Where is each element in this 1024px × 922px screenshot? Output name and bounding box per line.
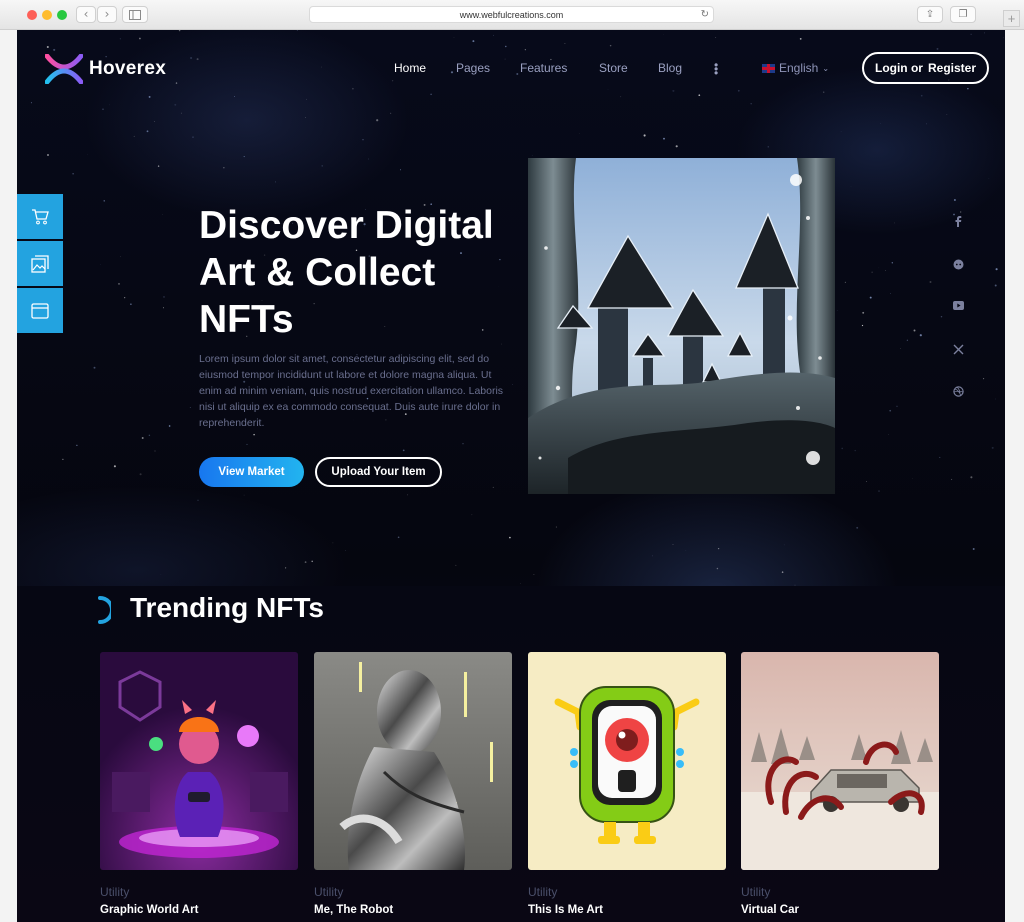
nav-item-features[interactable]: Features [520, 61, 567, 75]
register-link[interactable]: Register [928, 61, 976, 75]
sidebar-gallery-button[interactable] [17, 241, 63, 286]
login-link[interactable]: Login or [875, 61, 923, 75]
nft-card[interactable]: Utility This Is Me Art [528, 652, 726, 916]
chevron-left-icon: ‹ [83, 7, 89, 21]
hero-artwork [528, 158, 835, 494]
nav-item-pages[interactable]: Pages [456, 61, 490, 75]
nft-card[interactable]: Utility Virtual Car [741, 652, 939, 916]
sidebar-window-button[interactable] [17, 288, 63, 333]
close-window-button[interactable] [27, 10, 37, 20]
nft-card[interactable]: Utility Graphic World Art [100, 652, 298, 916]
social-links [952, 216, 964, 429]
dribbble-icon[interactable] [952, 386, 964, 429]
nft-card-category: Utility [100, 885, 130, 899]
youtube-icon[interactable] [952, 301, 964, 344]
nav-item-home[interactable]: Home [394, 61, 426, 75]
new-tab-button[interactable]: + [1003, 10, 1020, 27]
nav-item-store[interactable]: Store [599, 61, 628, 75]
forward-button[interactable]: › [97, 6, 117, 23]
browser-window-icon [31, 302, 49, 319]
back-button[interactable]: ‹ [76, 6, 96, 23]
nft-card-image[interactable] [741, 652, 939, 870]
language-label: English [779, 61, 819, 75]
sidebar-cart-button[interactable] [17, 194, 63, 239]
share-icon: ⇪ [925, 9, 935, 20]
nft-card-category: Utility [314, 885, 344, 899]
logo[interactable]: Hoverex [45, 54, 166, 84]
x-twitter-icon[interactable] [952, 344, 964, 387]
image-gallery-icon [31, 254, 49, 273]
nft-card-title[interactable]: This Is Me Art [528, 904, 726, 916]
minimize-window-button[interactable] [42, 10, 52, 20]
logo-icon [45, 54, 83, 84]
tabs-icon: ❐ [958, 9, 968, 20]
reload-icon[interactable]: ↻ [701, 7, 709, 23]
nft-card[interactable]: Utility Me, The Robot [314, 652, 512, 916]
page-viewport: Hoverex Home Pages Features Store Blog •… [17, 30, 1005, 922]
hero-title: Discover Digital Art & Collect NFTs [199, 204, 494, 341]
url-text: www.webfulcreations.com [459, 10, 564, 20]
facebook-icon[interactable] [952, 216, 964, 259]
zoom-window-button[interactable] [57, 10, 67, 20]
login-register-button[interactable]: Login or Register [862, 52, 989, 84]
browser-toolbar: ‹ › www.webfulcreations.com ↻ ⇪ ❐ + [0, 0, 1024, 30]
nft-card-title[interactable]: Graphic World Art [100, 904, 298, 916]
share-button[interactable]: ⇪ [917, 6, 943, 23]
nft-card-title[interactable]: Virtual Car [741, 904, 939, 916]
chevron-right-icon: › [104, 7, 110, 21]
chevron-down-icon: ⌄ [822, 63, 830, 73]
trending-title: Trending NFTs [130, 592, 324, 623]
nft-card-image[interactable] [314, 652, 512, 870]
address-bar[interactable]: www.webfulcreations.com ↻ [309, 6, 714, 23]
more-menu-icon[interactable]: • • • [714, 59, 718, 79]
tabs-button[interactable]: ❐ [950, 6, 976, 23]
view-market-button[interactable]: View Market [199, 457, 304, 487]
sidebar-icon [129, 10, 141, 20]
hero-description: Lorem ipsum dolor sit amet, consectetur … [199, 353, 504, 429]
sidebar-toggle-button[interactable] [122, 6, 148, 23]
section-accent-icon [98, 596, 111, 624]
nft-card-category: Utility [528, 885, 558, 899]
nft-card-title[interactable]: Me, The Robot [314, 904, 512, 916]
floating-sidebar [17, 194, 63, 335]
nav-item-blog[interactable]: Blog [658, 61, 682, 75]
nft-card-category: Utility [741, 885, 771, 899]
browser-window: ‹ › www.webfulcreations.com ↻ ⇪ ❐ + Hove… [0, 0, 1024, 922]
cart-icon [32, 208, 49, 224]
nft-card-image[interactable] [100, 652, 298, 870]
upload-item-button[interactable]: Upload Your Item [315, 457, 442, 487]
language-selector[interactable]: English ⌄ [762, 61, 829, 75]
reddit-icon[interactable] [952, 259, 964, 302]
logo-text: Hoverex [89, 58, 167, 79]
uk-flag-icon [762, 63, 775, 73]
nft-card-image[interactable] [528, 652, 726, 870]
